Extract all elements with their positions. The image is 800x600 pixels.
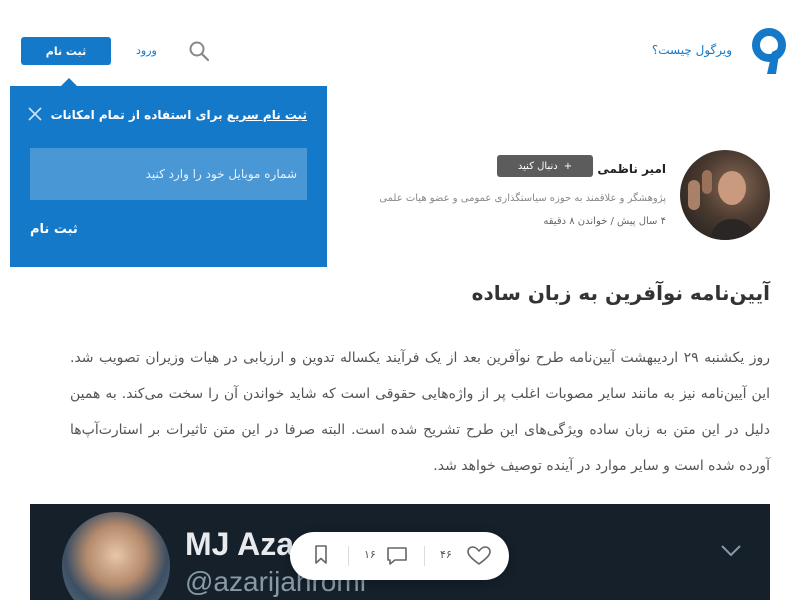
divider — [424, 546, 425, 566]
author-name[interactable]: امیر ناظمی — [597, 162, 666, 176]
bookmark-icon[interactable] — [314, 545, 328, 565]
author-bio: پژوهشگر و علاقمند به حوزه سیاستگذاری عمو… — [379, 193, 666, 204]
plus-icon: + — [563, 160, 573, 172]
close-icon[interactable] — [28, 107, 42, 121]
signup-button[interactable]: ثبت نام — [21, 37, 111, 65]
comments-count: ۱۶ — [364, 548, 376, 561]
author-avatar[interactable] — [680, 150, 770, 240]
follow-label: دنبال کنید — [517, 160, 558, 172]
chevron-down-icon — [721, 545, 741, 557]
tweet-avatar — [62, 512, 170, 600]
virgool-logo[interactable] — [752, 28, 786, 76]
comment-icon[interactable] — [386, 546, 408, 566]
article-title: آیین‌نامه نوآفرین به زبان ساده — [471, 281, 770, 305]
signup-popover: ثبت نام سریع برای استفاده از تمام امکانا… — [10, 86, 327, 267]
post-meta: ۴ سال پیش / خواندن ۸ دقیقه — [543, 216, 666, 227]
article-action-bar: ۱۶ ۴۶ — [290, 532, 509, 580]
popover-title-text: برای استفاده از تمام امکانات — [50, 108, 227, 122]
search-icon[interactable] — [188, 40, 210, 62]
phone-number-input[interactable] — [30, 148, 307, 200]
heart-icon[interactable] — [467, 546, 491, 566]
tweet-name: MJ Aza — [185, 526, 295, 562]
popover-title: ثبت نام سریع برای استفاده از تمام امکانا… — [51, 108, 307, 122]
avatar-photo-icon — [688, 170, 756, 240]
likes-count: ۴۶ — [440, 548, 452, 561]
popover-signup-button[interactable]: ثبت نام — [30, 222, 78, 237]
follow-button[interactable]: + دنبال کنید — [497, 155, 593, 177]
divider — [348, 546, 349, 566]
login-link[interactable]: ورود — [136, 44, 157, 57]
article-body: روز یکشنبه ۲۹ اردیبهشت آیین‌نامه طرح نوآ… — [70, 350, 770, 474]
popover-title-highlight: ثبت نام سریع — [226, 108, 307, 122]
what-is-virgool-link[interactable]: ویرگول چیست؟ — [652, 43, 732, 57]
